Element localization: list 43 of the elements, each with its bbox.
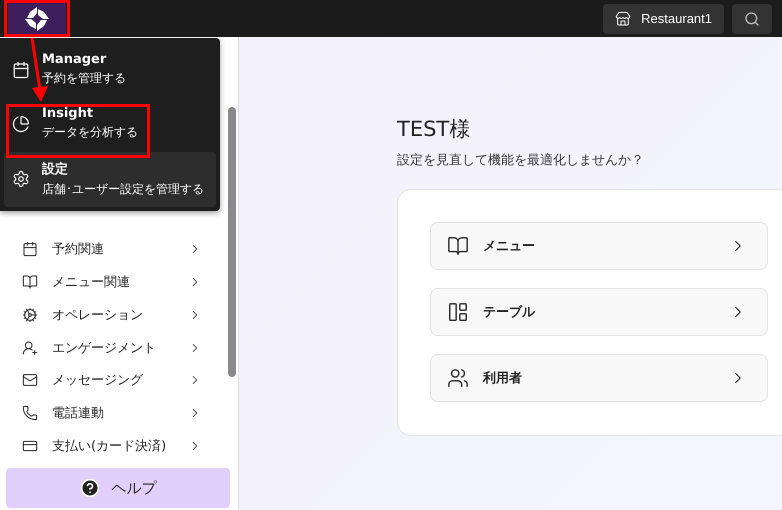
floor-plan-icon — [447, 301, 469, 323]
app-menu-item[interactable]: Manager 予約を管理する — [4, 44, 216, 96]
users-icon — [447, 367, 469, 389]
pie-chart-icon — [12, 114, 30, 132]
app-description: 予約を管理する — [42, 70, 126, 87]
store-icon — [615, 10, 632, 26]
sidebar-item[interactable]: メニュー関連 — [14, 266, 228, 298]
app-menu-item[interactable]: 設定 店舗･ユーザー設定を管理する — [4, 152, 216, 207]
scrollbar[interactable] — [228, 107, 236, 377]
settings-link[interactable]: メニュー — [430, 222, 768, 270]
sidebar-item[interactable]: 電話連動 — [14, 396, 228, 430]
greeting-title: TEST様 — [397, 116, 472, 143]
mail-icon — [22, 372, 38, 388]
logo-icon — [24, 6, 50, 32]
calendar-icon — [22, 241, 38, 258]
book-icon — [22, 274, 38, 290]
store-selector[interactable]: Restaurant1 — [603, 4, 724, 34]
help-button[interactable]: ヘルプ — [6, 468, 230, 508]
settings-link[interactable]: テーブル — [430, 288, 768, 336]
phone-icon — [22, 404, 38, 421]
gear-icon — [22, 306, 38, 323]
sidebar-item[interactable]: エンゲージメント — [14, 331, 228, 364]
sidebar-item[interactable]: メッセージング — [14, 364, 228, 397]
search-icon — [744, 10, 760, 26]
app-description: データを分析する — [42, 124, 138, 141]
book-icon — [447, 235, 469, 257]
settings-icon — [12, 170, 30, 188]
settings-link[interactable]: 利用者 — [430, 354, 768, 402]
app-name: Manager — [42, 52, 108, 67]
app-name: 設定 — [42, 160, 69, 178]
greeting-subtitle: 設定を見直して機能を最適化しませんか？ — [397, 152, 645, 169]
app-menu-item[interactable]: Insight データを分析する — [4, 98, 216, 150]
app-description: 店舗･ユーザー設定を管理する — [42, 181, 204, 198]
search-button[interactable] — [732, 4, 772, 34]
sidebar-item[interactable]: 予約関連 — [14, 233, 228, 266]
app-logo[interactable] — [8, 2, 66, 36]
highlight-frame — [4, 0, 70, 37]
person-icon — [22, 340, 38, 356]
sidebar-item[interactable]: 支払い(カード決済) — [14, 429, 228, 462]
help-icon — [80, 478, 100, 498]
app-name: Insight — [42, 106, 94, 121]
sidebar-item[interactable]: オペレーション — [14, 298, 228, 332]
calendar-icon — [12, 60, 30, 78]
